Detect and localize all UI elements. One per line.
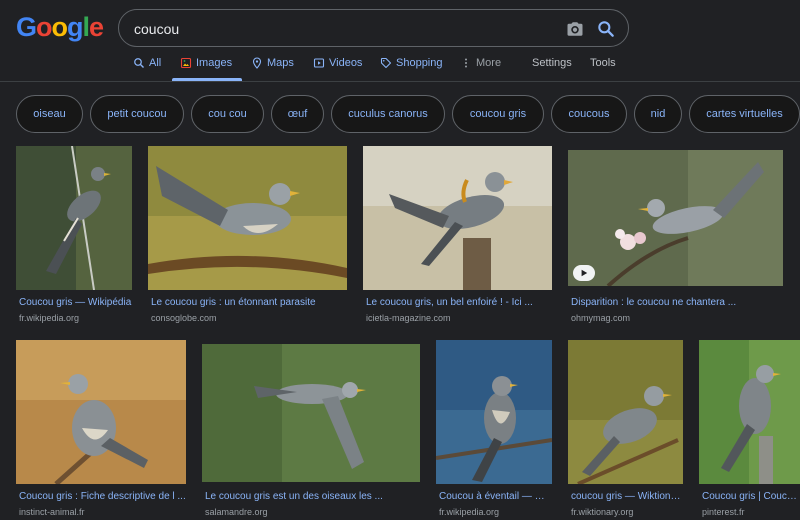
chip-nid[interactable]: nid — [634, 95, 682, 133]
settings-link[interactable]: Settings — [532, 57, 572, 69]
result-source: fr.wikipedia.org — [439, 507, 500, 517]
logo-letter: e — [89, 12, 104, 42]
chip-cuculus-canorus[interactable]: cuculus canorus — [331, 95, 445, 133]
search-icon — [134, 58, 144, 68]
search-input[interactable] — [134, 19, 554, 39]
result-title[interactable]: Coucou gris | Coucou ... — [702, 491, 800, 502]
result-title[interactable]: Le coucou gris : un étonnant parasite — [151, 297, 347, 308]
tab-label: Maps — [267, 57, 294, 69]
result-image[interactable] — [568, 340, 683, 484]
result-source: instinct-animal.fr — [19, 507, 85, 517]
search-icon[interactable] — [596, 19, 616, 39]
play-icon — [581, 269, 588, 277]
tab-videos[interactable]: Videos — [313, 57, 362, 69]
tab-maps[interactable]: Maps — [251, 57, 294, 69]
result-source: fr.wikipedia.org — [19, 313, 80, 323]
chip-oiseau[interactable]: oiseau — [16, 95, 83, 133]
result-title[interactable]: Disparition : le coucou ne chantera ... — [571, 297, 783, 308]
google-logo[interactable]: Google — [16, 12, 104, 43]
camera-icon[interactable] — [566, 20, 584, 38]
result-source: fr.wiktionary.org — [571, 507, 634, 517]
tab-label: Images — [196, 57, 233, 69]
tools-link[interactable]: Tools — [590, 57, 616, 69]
chip-cou-cou[interactable]: cou cou — [191, 95, 264, 133]
result-image[interactable] — [436, 340, 552, 484]
logo-letter: G — [16, 12, 37, 42]
tab-label: Shopping — [396, 57, 443, 69]
image-icon — [180, 57, 192, 69]
result-image[interactable] — [16, 340, 186, 484]
result-image[interactable] — [202, 344, 420, 482]
tab-label: All — [149, 57, 162, 69]
tab-all[interactable]: All — [133, 57, 161, 69]
result-source: salamandre.org — [205, 507, 268, 517]
logo-letter: o — [36, 12, 52, 42]
logo-letter: g — [67, 12, 83, 42]
result-image[interactable] — [363, 146, 552, 290]
video-icon — [313, 58, 325, 68]
chip-coucou-gris[interactable]: coucou gris — [452, 95, 544, 133]
map-pin-icon — [252, 57, 262, 69]
result-title[interactable]: Le coucou gris, un bel enfoiré ! - Ici .… — [366, 297, 552, 308]
result-title[interactable]: Le coucou gris est un des oiseaux les ..… — [205, 491, 420, 502]
tag-icon — [380, 57, 392, 69]
search-tabs: All Images Maps Videos Shopping More Set… — [0, 54, 800, 82]
result-title[interactable]: Coucou gris : Fiche descriptive de l ... — [19, 491, 186, 502]
tab-label: More — [476, 57, 502, 69]
result-image[interactable] — [16, 146, 132, 290]
result-image[interactable] — [568, 150, 783, 286]
chip-petit-coucou[interactable]: petit coucou — [90, 95, 184, 133]
chip-oeuf[interactable]: œuf — [271, 95, 324, 133]
chip-cartes-virtuelles[interactable]: cartes virtuelles — [689, 95, 800, 133]
result-title[interactable]: Coucou à éventail — Wi... — [439, 491, 552, 502]
video-badge — [573, 265, 595, 281]
result-source: ohmymag.com — [571, 313, 631, 323]
tab-images[interactable]: Images — [180, 57, 232, 69]
result-source: pinterest.fr — [702, 507, 745, 517]
result-image[interactable] — [148, 146, 347, 290]
result-source: icietla-magazine.com — [366, 313, 451, 323]
result-title[interactable]: Coucou gris — Wikipédia — [19, 297, 135, 308]
chip-coucous[interactable]: coucous — [551, 95, 627, 133]
result-image[interactable] — [699, 340, 800, 484]
result-source: consoglobe.com — [151, 313, 217, 323]
result-title[interactable]: coucou gris — Wiktionn... — [571, 491, 683, 502]
header-divider — [0, 81, 800, 82]
more-vert-icon — [465, 58, 467, 68]
tab-label: Videos — [329, 57, 363, 69]
tab-shopping[interactable]: Shopping — [380, 57, 443, 69]
search-box — [118, 9, 629, 47]
logo-letter: o — [51, 12, 68, 42]
tab-more[interactable]: More — [460, 57, 501, 69]
